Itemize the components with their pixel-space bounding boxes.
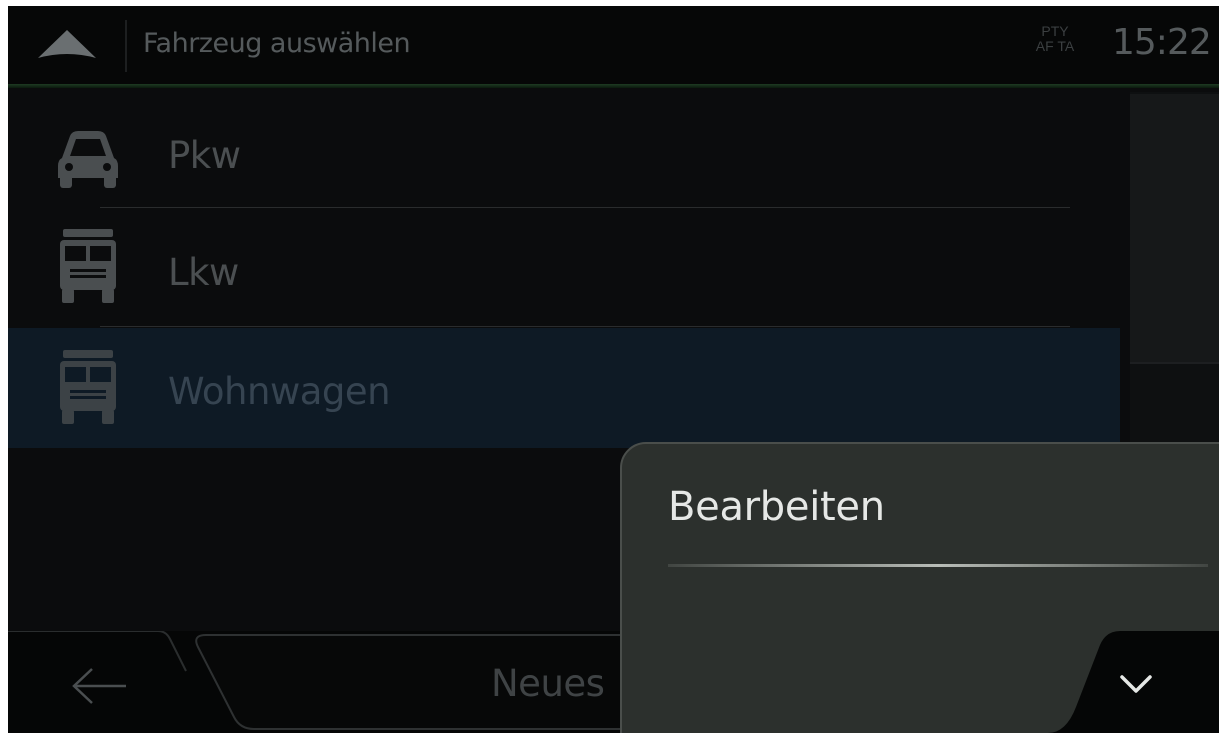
back-arrow-icon <box>72 668 126 704</box>
truck-icon <box>60 229 116 303</box>
scrollbar-thumb[interactable] <box>1130 94 1219 362</box>
navigation-arrow-icon[interactable] <box>36 28 98 60</box>
vehicle-item-pkw[interactable]: Pkw <box>8 92 1120 210</box>
vehicle-label-lkw: Lkw <box>168 251 239 294</box>
car-icon <box>58 131 118 188</box>
camper-icon <box>60 350 116 424</box>
vehicle-item-lkw[interactable]: Lkw <box>8 209 1120 327</box>
clock: 15:22 <box>1112 22 1212 63</box>
page-title: Fahrzeug auswählen <box>143 28 411 59</box>
rds-status: PTY AF TA <box>1025 24 1085 54</box>
vehicle-label-pkw: Pkw <box>168 134 241 177</box>
vehicle-item-wohnwagen[interactable]: Wohnwagen <box>8 328 1120 448</box>
new-vehicle-label: Neues <box>491 662 605 705</box>
header-accent-line <box>8 84 1219 88</box>
row-separator <box>100 326 1070 327</box>
row-separator <box>100 207 1070 208</box>
scrollbar-divider <box>1130 362 1219 364</box>
header-separator <box>125 20 127 72</box>
vehicle-label-wohnwagen: Wohnwagen <box>168 370 391 413</box>
rds-afta-label: AF TA <box>1035 38 1075 54</box>
menu-item-divider <box>668 564 1208 567</box>
menu-item-edit[interactable]: Bearbeiten <box>668 484 885 530</box>
collapse-menu-button[interactable] <box>1048 631 1219 733</box>
rds-pty-label: PTY <box>1041 23 1069 39</box>
navigation-screen: Fahrzeug auswählen PTY AF TA 15:22 Pkw L… <box>8 6 1219 733</box>
